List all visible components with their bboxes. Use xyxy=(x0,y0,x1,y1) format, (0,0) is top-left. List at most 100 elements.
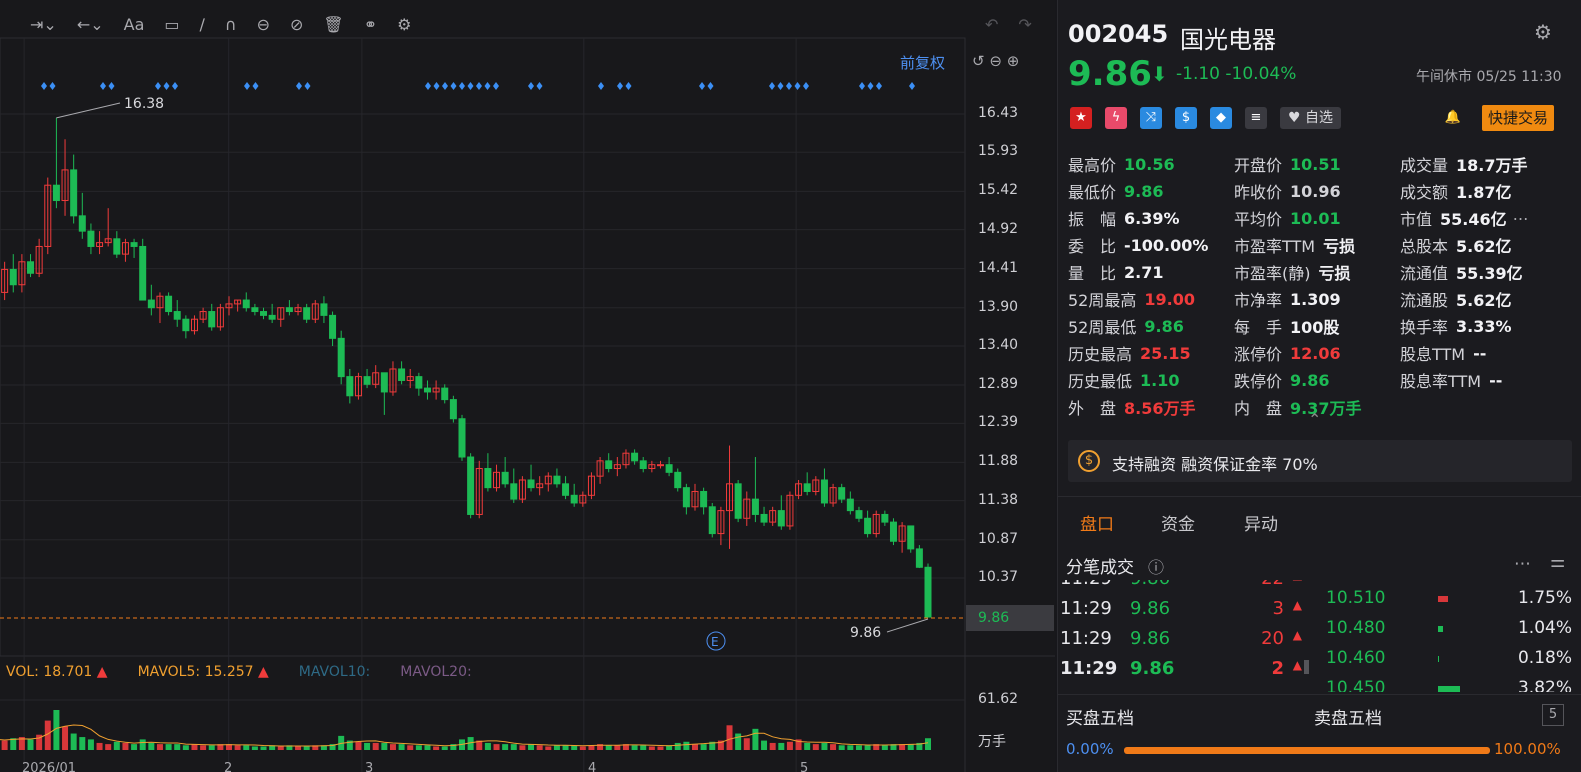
current-price-tag: 9.86 xyxy=(966,605,1054,631)
gear-icon[interactable]: ⚙ xyxy=(1534,20,1552,44)
candle-body xyxy=(467,456,475,515)
ticks-scrollbar[interactable] xyxy=(1304,660,1309,674)
event-diamond-icon xyxy=(172,82,178,90)
event-marker-label: E xyxy=(711,635,719,649)
kline-chart[interactable]: 16.38 9.86 E 2026/01 2 3 4 5 xyxy=(0,0,1055,772)
event-diamond-icon xyxy=(459,82,465,90)
candle-body xyxy=(251,307,259,313)
volume-bar xyxy=(743,738,750,750)
tab-funds[interactable]: 资金 xyxy=(1161,510,1195,535)
grid-icon[interactable]: ⚌ xyxy=(1550,552,1565,572)
candle-body xyxy=(639,460,647,470)
price-distribution: 10.510 1.75% 10.480 1.04% 10.460 0.18% 10.450 3… xyxy=(1320,580,1581,692)
collapse-icon[interactable]: ⌃ xyxy=(1308,410,1321,429)
quote-field: 52周最低 9.86 xyxy=(1068,316,1184,338)
event-diamond-icon xyxy=(476,82,482,90)
candle-body xyxy=(605,460,613,470)
watchlist-button[interactable]: ♥ 自选 xyxy=(1280,107,1342,129)
candle-body xyxy=(656,464,664,467)
candle-body xyxy=(182,318,190,332)
volume-bar xyxy=(122,742,129,750)
distribution-bar xyxy=(1438,656,1439,662)
volume-bar xyxy=(208,745,215,750)
event-diamond-icon xyxy=(769,82,775,90)
volume-bar xyxy=(415,745,422,750)
more-icon[interactable]: ⋯ xyxy=(1514,554,1531,574)
note-icon[interactable]: ≡ xyxy=(1245,107,1267,129)
bolt-icon[interactable]: ϟ xyxy=(1105,107,1127,129)
volume-bar xyxy=(200,745,207,750)
quote-field: 量 比 2.71 xyxy=(1068,262,1164,284)
volume-bar xyxy=(752,728,759,750)
candle-body xyxy=(838,487,846,500)
volume-bar xyxy=(631,745,638,750)
volume-bar xyxy=(847,745,854,750)
candle-body xyxy=(415,376,423,389)
volume-bar xyxy=(139,739,146,750)
volume-bar xyxy=(433,746,440,750)
candle-body xyxy=(346,376,354,397)
volume-bar xyxy=(614,745,621,750)
volume-bar xyxy=(79,737,86,750)
candle-body xyxy=(751,498,759,515)
volume-bar xyxy=(424,745,431,750)
event-diamond-icon xyxy=(876,82,882,90)
candle-body xyxy=(285,307,293,313)
volume-bar xyxy=(864,745,871,750)
candle-body xyxy=(260,311,268,316)
event-diamond-icon xyxy=(244,82,250,90)
mavol10-label: MAVOL10: xyxy=(298,664,371,680)
event-diamond-icon xyxy=(794,82,801,90)
quick-trade-button[interactable]: 快捷交易 xyxy=(1482,105,1555,131)
quote-field: 振 幅 6.39% xyxy=(1068,208,1180,230)
volume-bar xyxy=(778,742,785,750)
candle-body xyxy=(380,372,388,393)
volume-bar xyxy=(881,745,888,750)
event-diamond-icon xyxy=(707,82,714,90)
event-diamond-icon xyxy=(163,82,170,90)
tab-orderbook[interactable]: 盘口 xyxy=(1080,510,1114,535)
shuffle-icon[interactable]: ⤨ xyxy=(1140,107,1162,129)
ticks-list[interactable]: 11:299.8622▲11:299.863▲ 11:299.8620▲ 11:29… xyxy=(1058,580,1320,692)
quote-field: 内 盘 9.37万手 xyxy=(1234,399,1362,418)
candle-body xyxy=(570,494,578,504)
more-icon[interactable]: ⋯ xyxy=(1513,209,1529,228)
buy-arrow-icon: ▲ xyxy=(1292,598,1302,612)
volume-bar xyxy=(234,745,241,750)
candle-body xyxy=(87,230,95,247)
level-count-button[interactable]: 5 xyxy=(1542,704,1564,726)
high-marker-line xyxy=(56,102,121,119)
y-tick-label: 15.93 xyxy=(978,143,1019,160)
badge-row: ★ ϟ ⤨ $ ◆ ≡ ♥ 自选 xyxy=(1070,107,1342,129)
candle-body xyxy=(820,479,828,504)
buy-sell-ratio-bar xyxy=(1124,747,1490,754)
tab-anomaly[interactable]: 异动 xyxy=(1244,510,1278,535)
event-diamond-icon xyxy=(442,82,448,90)
volume-bar xyxy=(277,746,284,750)
volume-bar xyxy=(510,744,517,750)
chart-panel: ⇥⌄ ←⌄ Aa ▭ ∕ ∩ ⊖ ⊘ 🗑 ⚭ ⚙ ↶ ↷ 前复权 ↺ ⊖ ⊕ 1… xyxy=(0,0,1055,772)
volume-bar xyxy=(769,742,776,750)
mavol20-label: MAVOL20: xyxy=(400,664,472,680)
candle-body xyxy=(329,314,337,339)
y-tick-label: 11.88 xyxy=(978,453,1019,470)
volume-bar xyxy=(674,742,681,750)
y-tick-label: 10.37 xyxy=(978,569,1019,585)
candle-body xyxy=(9,268,17,286)
y-tick-label: 11.38 xyxy=(978,491,1019,508)
low-label: 9.86 xyxy=(850,625,881,641)
tag-icon[interactable]: ◆ xyxy=(1210,107,1232,129)
y-tick-label: 13.40 xyxy=(978,337,1019,353)
info-icon[interactable]: ⓘ xyxy=(1148,554,1164,578)
volume-bar xyxy=(640,745,647,750)
candle-body xyxy=(501,471,509,485)
candle-body xyxy=(337,337,345,378)
dollar-icon[interactable]: $ xyxy=(1175,107,1197,129)
quote-field: 总股本 5.62亿 xyxy=(1400,237,1512,256)
volume-bar xyxy=(62,726,69,750)
volume-bar xyxy=(165,744,172,750)
candle-body xyxy=(708,506,716,535)
bell-icon[interactable]: 🔔 xyxy=(1442,107,1464,129)
volume-bar xyxy=(389,744,396,750)
candle-body xyxy=(760,513,768,523)
